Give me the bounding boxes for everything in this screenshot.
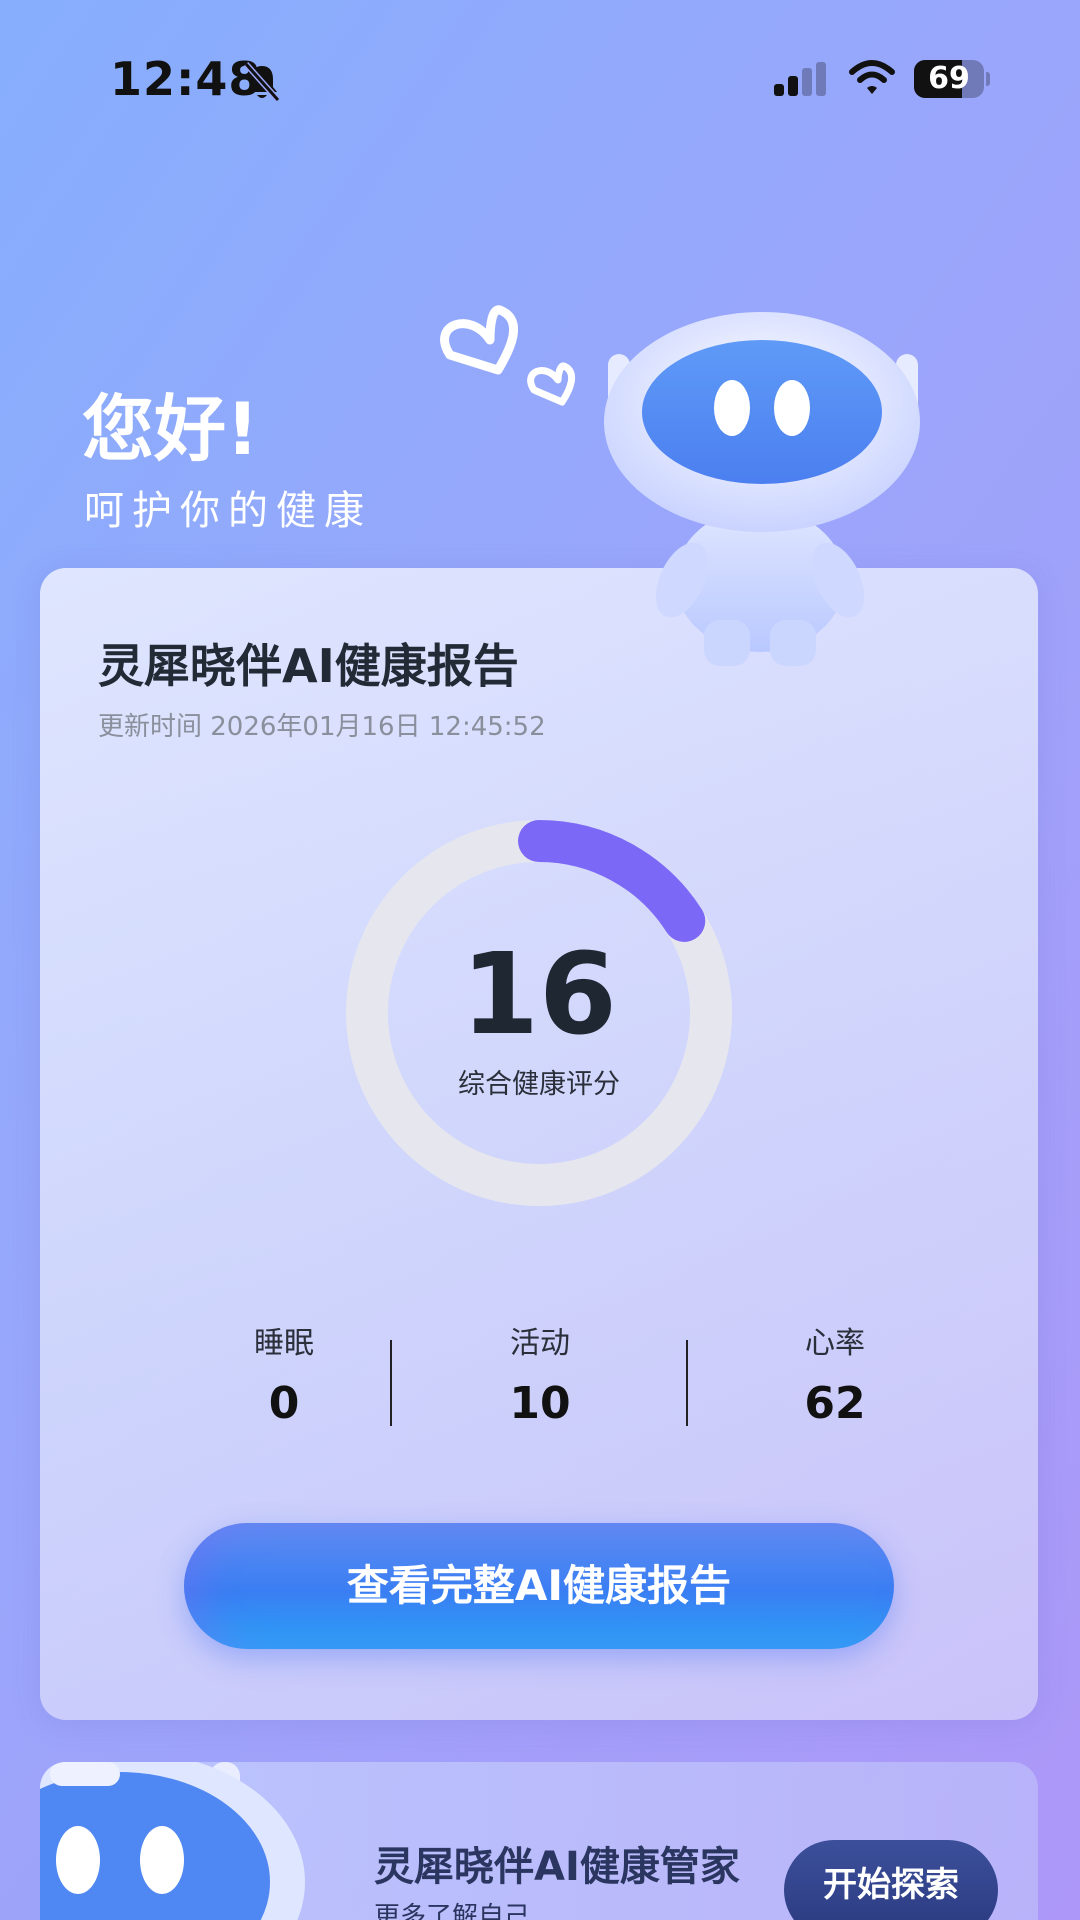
manager-subtitle: 更多了解自己	[374, 1902, 531, 1920]
battery-level: 69	[928, 61, 970, 96]
metric-heart-rate: 心率 62	[715, 1320, 955, 1429]
health-manager-card[interactable]: 灵犀晓伴AI健康管家 更多了解自己 开始探索	[40, 1762, 1038, 1920]
status-time: 12:48	[110, 52, 262, 106]
status-bar: 12:48 69	[0, 0, 1080, 160]
metric-divider	[390, 1340, 392, 1426]
battery-icon: 69	[914, 60, 990, 100]
health-score-value: 16	[461, 930, 617, 1060]
health-score-ring: 16 综合健康评分	[346, 820, 732, 1206]
greeting-subtitle: 呵护你的健康	[84, 488, 372, 534]
metric-label: 睡眠	[254, 1326, 314, 1361]
report-updated-time: 更新时间 2026年01月16日 12:45:52	[98, 712, 546, 742]
start-explore-button[interactable]: 开始探索	[784, 1840, 998, 1920]
metric-value: 10	[509, 1378, 571, 1429]
wifi-icon	[849, 60, 895, 94]
metric-value: 0	[268, 1378, 300, 1429]
battery-cap	[986, 72, 990, 86]
metric-label: 心率	[805, 1326, 865, 1361]
cellular-signal-icon	[774, 62, 826, 96]
heart-icon	[527, 362, 576, 406]
metric-divider	[686, 1340, 688, 1426]
view-full-report-button[interactable]: 查看完整AI健康报告	[184, 1523, 894, 1649]
health-report-card[interactable]: 灵犀晓伴AI健康报告 更新时间 2026年01月16日 12:45:52 16 …	[40, 568, 1038, 1720]
robot-mascot	[440, 305, 920, 666]
bell-slash-icon	[243, 62, 281, 102]
metric-sleep: 睡眠 0	[164, 1320, 404, 1429]
greeting-title: 您好!	[82, 387, 259, 471]
health-metrics: 睡眠 0 活动 10 心率 62	[40, 1320, 1038, 1440]
robot-mascot	[40, 1762, 305, 1920]
health-score-label: 综合健康评分	[458, 1069, 620, 1100]
manager-title: 灵犀晓伴AI健康管家	[374, 1844, 740, 1890]
metric-activity: 活动 10	[420, 1320, 660, 1429]
metric-value: 62	[804, 1378, 866, 1429]
battery-body: 69	[914, 60, 984, 98]
heart-icon	[440, 305, 519, 375]
metric-label: 活动	[510, 1326, 570, 1361]
